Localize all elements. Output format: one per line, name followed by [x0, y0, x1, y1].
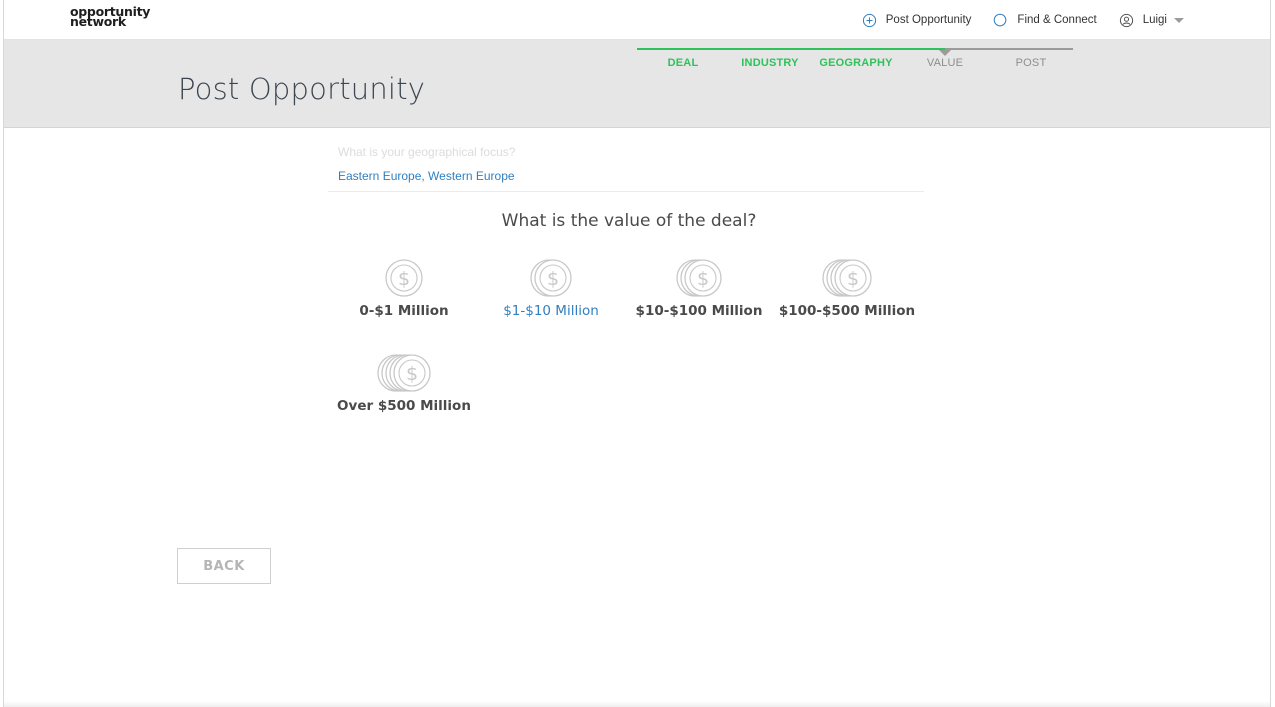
user-name: Luigi — [1142, 14, 1167, 26]
step-geography[interactable]: GEOGRAPHY — [819, 57, 892, 69]
value-option-0-1m[interactable]: $ 0-$1 Million — [329, 258, 479, 319]
previous-answer-value[interactable]: Eastern Europe, Western Europe — [338, 169, 515, 183]
svg-text:$: $ — [406, 363, 418, 385]
step-industry[interactable]: INDUSTRY — [741, 57, 798, 69]
bottom-edge — [4, 701, 1270, 707]
step-post: POST — [1015, 57, 1047, 69]
page-header: Post Opportunity DEAL INDUSTRY GEOGRAPHY… — [4, 40, 1270, 128]
dollar-coin-icon: $ — [822, 259, 872, 297]
app-frame: opportunity network Post Opportunity Fin… — [3, 0, 1271, 707]
search-icon — [994, 13, 1007, 26]
current-question: What is the value of the deal? — [501, 211, 757, 231]
svg-text:$: $ — [398, 268, 410, 290]
progress-stepper: DEAL INDUSTRY GEOGRAPHY VALUE POST — [637, 47, 1073, 77]
nav-post-opportunity-label: Post Opportunity — [885, 14, 972, 26]
brand-logo[interactable]: opportunity network — [70, 5, 150, 28]
user-avatar-icon — [1119, 13, 1133, 27]
plus-circle-icon — [862, 13, 876, 27]
chevron-down-icon — [1174, 17, 1184, 23]
option-label: $1-$10 Million — [503, 303, 599, 319]
svg-text:$: $ — [847, 268, 859, 290]
value-option-100-500m[interactable]: $ $100-$500 Million — [772, 258, 922, 319]
step-value: VALUE — [926, 57, 964, 69]
previous-answer: What is your geographical focus? Eastern… — [328, 142, 924, 192]
dollar-coin-icon: $ — [385, 259, 423, 297]
top-navigation: opportunity network Post Opportunity Fin… — [4, 0, 1270, 40]
nav-actions: Post Opportunity Find & Connect Luigi — [862, 0, 1184, 40]
dollar-coin-icon: $ — [676, 259, 722, 297]
nav-find-connect-label: Find & Connect — [1017, 14, 1097, 26]
option-label: Over $500 Million — [337, 398, 471, 414]
option-label: $100-$500 Million — [778, 303, 916, 319]
back-button[interactable]: BACK — [177, 548, 271, 584]
nav-post-opportunity[interactable]: Post Opportunity — [862, 13, 972, 28]
option-label: 0-$1 Million — [359, 303, 449, 319]
nav-find-connect[interactable]: Find & Connect — [993, 13, 1097, 28]
user-menu[interactable]: Luigi — [1119, 13, 1184, 28]
page-title: Post Opportunity — [178, 72, 426, 106]
stepper-progress — [637, 48, 945, 50]
current-step-marker — [939, 50, 951, 56]
value-option-10-100m[interactable]: $ $10-$100 Million — [624, 258, 774, 319]
dollar-coin-icon: $ — [530, 259, 572, 297]
step-deal[interactable]: DEAL — [668, 57, 699, 69]
dollar-coin-icon: $ — [377, 354, 431, 392]
svg-text:$: $ — [697, 268, 709, 290]
option-label: $10-$100 Million — [635, 303, 763, 319]
previous-question: What is your geographical focus? — [338, 145, 516, 159]
value-option-over-500m[interactable]: $ Over $500 Million — [329, 353, 479, 414]
value-option-1-10m[interactable]: $ $1-$10 Million — [476, 258, 626, 319]
svg-text:$: $ — [547, 268, 559, 290]
